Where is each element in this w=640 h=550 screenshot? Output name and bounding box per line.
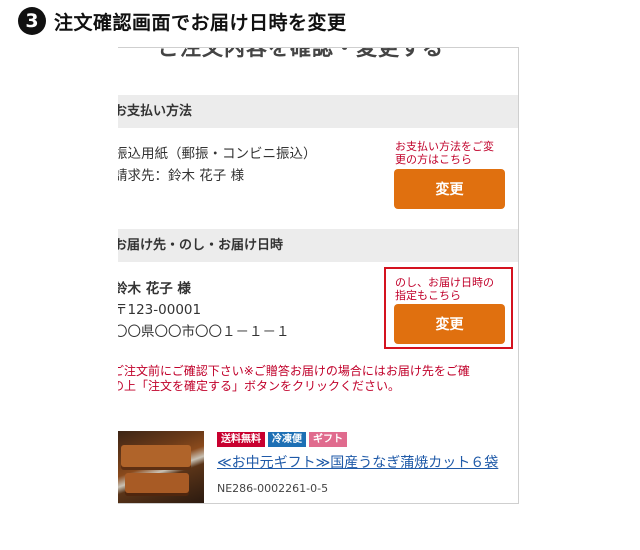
- eel-piece-graphic: [121, 445, 191, 467]
- payment-change-button[interactable]: 変更: [394, 169, 505, 209]
- postal-code: 〒123-00001: [118, 302, 202, 318]
- payment-change-note: お支払い方法をご変 更の方はこちら: [395, 140, 494, 166]
- eel-piece-graphic: [125, 473, 189, 493]
- frozen-delivery-badge: 冷凍便: [268, 432, 306, 447]
- recipient-name: 鈴木 花子 様: [118, 281, 191, 297]
- highlight-box: [384, 267, 513, 349]
- product-name-link[interactable]: ≪お中元ギフト≫国産うなぎ蒲焼カット６袋: [217, 452, 498, 472]
- delivery-section-heading: お届け先・のし・お届け日時: [118, 229, 518, 262]
- step-title: 注文確認画面でお届け日時を変更: [54, 11, 347, 34]
- payment-section-heading: お支払い方法: [118, 95, 518, 128]
- warning-line-1: ご注文前にご確認下さい※ご贈答お届けの場合にはお届け先をご確: [118, 364, 470, 378]
- warning-line-2: の上「注文を確定する」ボタンをクリックください。: [118, 379, 401, 393]
- free-shipping-badge: 送料無料: [217, 432, 265, 447]
- product-badges: 送料無料 冷凍便 ギフト: [217, 432, 347, 447]
- product-code: NE286-0002261-0-5: [217, 482, 329, 495]
- page-title: ご注文内容を確認・変更する: [158, 47, 444, 60]
- product-thumbnail-image[interactable]: [118, 431, 204, 503]
- step-header: 3 注文確認画面でお届け日時を変更: [18, 6, 347, 36]
- step-number-badge: 3: [18, 7, 46, 35]
- payment-method-text: 振込用紙（郵振・コンビニ振込）: [118, 146, 317, 162]
- confirmation-warning: ご注文前にご確認下さい※ご贈答お届けの場合にはお届け先をご確 の上「注文を確定す…: [118, 364, 512, 394]
- gift-badge: ギフト: [309, 432, 347, 447]
- payment-note-line-2: 更の方はこちら: [395, 153, 472, 166]
- billing-name-text: 請求先：鈴木 花子 様: [118, 168, 245, 184]
- delivery-address: 〇〇県〇〇市〇〇１－１－１: [118, 324, 290, 340]
- payment-note-line-1: お支払い方法をご変: [395, 140, 494, 153]
